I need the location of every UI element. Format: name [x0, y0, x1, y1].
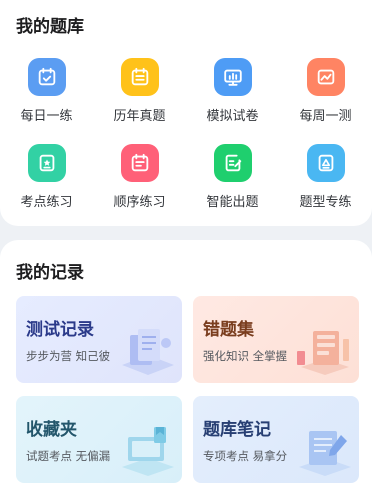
mock-exam-button[interactable]: 模拟试卷 — [186, 58, 279, 124]
smart-questions-label: 智能出题 — [206, 195, 259, 210]
test-record-title: 测试记录 — [26, 320, 94, 340]
weekly-test-button[interactable]: 每周一测 — [279, 58, 372, 124]
test-record-subtitle: 步步为营 知己彼 — [26, 349, 111, 363]
daily-practice-button[interactable]: 每日一练 — [0, 58, 93, 124]
question-bank-card: 我的题库 每日一练 历年真题 模拟试卷 每周一测 考点练习 顺序练习 智能出题 … — [0, 0, 372, 226]
records-title: 我的记录 — [16, 263, 84, 283]
topic-practice-label: 考点练习 — [20, 195, 73, 210]
trend-image-icon — [306, 58, 345, 96]
wrong-questions-title: 错题集 — [203, 320, 254, 340]
question-type-practice-button[interactable]: 题型专练 — [279, 144, 372, 210]
mock-exam-label: 模拟试卷 — [206, 109, 259, 124]
triangle-card-icon — [306, 144, 345, 182]
smart-questions-button[interactable]: 智能出题 — [186, 144, 279, 210]
notes-card[interactable]: 题库笔记 专项考点 易拿分 — [193, 396, 359, 483]
weekly-test-label: 每周一测 — [299, 109, 352, 124]
wrong-questions-card[interactable]: 错题集 强化知识 全掌握 — [193, 296, 359, 383]
notes-title: 题库笔记 — [203, 420, 271, 440]
wrong-set-illustration — [297, 331, 349, 375]
question-bank-title: 我的题库 — [16, 17, 84, 37]
past-exams-button[interactable]: 历年真题 — [93, 58, 186, 124]
wrong-questions-subtitle: 强化知识 全掌握 — [203, 349, 288, 363]
doc-pen-icon — [213, 144, 252, 182]
question-bank-grid: 每日一练 历年真题 模拟试卷 每周一测 考点练习 顺序练习 智能出题 题型专练 — [0, 58, 372, 210]
favorites-illustration — [122, 427, 174, 476]
sequential-practice-button[interactable]: 顺序练习 — [93, 144, 186, 210]
topic-practice-button[interactable]: 考点练习 — [0, 144, 93, 210]
sequential-practice-label: 顺序练习 — [113, 195, 166, 210]
test-record-card[interactable]: 测试记录 步步为营 知己彼 — [16, 296, 182, 383]
daily-practice-label: 每日一练 — [20, 109, 73, 124]
notes-subtitle: 专项考点 易拿分 — [203, 449, 288, 463]
past-exams-label: 历年真题 — [113, 109, 166, 124]
test-record-illustration — [122, 329, 174, 375]
calendar-list-icon — [120, 58, 159, 96]
favorites-subtitle: 试题考点 无偏漏 — [26, 449, 111, 463]
star-card-icon — [27, 144, 66, 182]
calendar-lines-icon — [120, 144, 159, 182]
calendar-check-icon — [27, 58, 66, 96]
chart-board-icon — [213, 58, 252, 96]
records-card: 我的记录 测试记录 步步为营 知己彼 错题集 强化知识 全掌握 收藏夹 试题考点 — [0, 240, 372, 493]
favorites-card[interactable]: 收藏夹 试题考点 无偏漏 — [16, 396, 182, 483]
notes-illustration — [299, 431, 351, 476]
favorites-title: 收藏夹 — [26, 420, 77, 440]
question-type-practice-label: 题型专练 — [299, 195, 352, 210]
